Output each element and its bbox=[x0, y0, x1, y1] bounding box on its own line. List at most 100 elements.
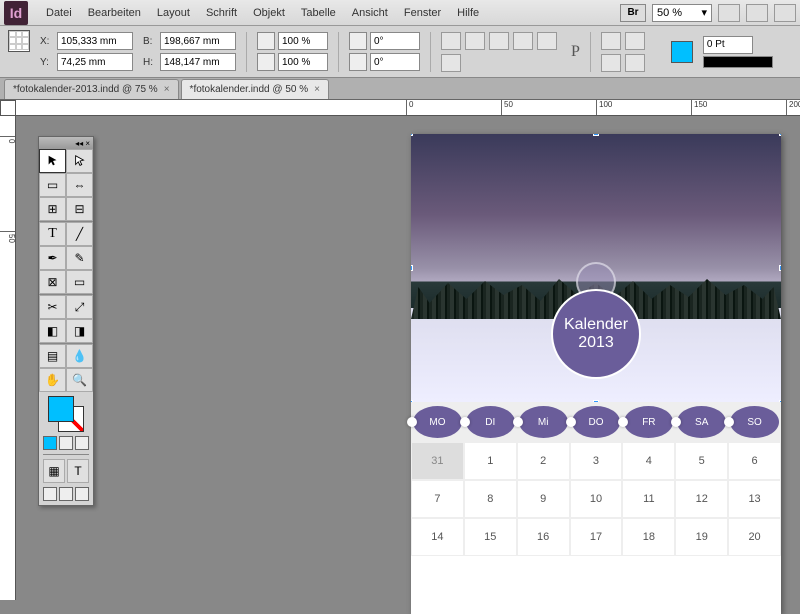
apply-gradient-icon[interactable] bbox=[59, 436, 73, 450]
h-label: H: bbox=[143, 57, 157, 68]
fit-frame-icon[interactable] bbox=[625, 32, 645, 50]
rotate-cw-icon[interactable] bbox=[441, 32, 461, 50]
select-content-icon[interactable] bbox=[441, 54, 461, 72]
line-tool[interactable]: ╱ bbox=[66, 222, 93, 246]
page-tool[interactable]: ▭ bbox=[39, 173, 66, 197]
rotate-input[interactable] bbox=[370, 32, 420, 50]
menu-fenster[interactable]: Fenster bbox=[396, 3, 449, 23]
scissors-tool[interactable]: ✂ bbox=[39, 295, 66, 319]
rectangle-tool[interactable]: ▭ bbox=[66, 270, 93, 294]
h-input[interactable] bbox=[160, 53, 236, 71]
paragraph-icon[interactable]: P bbox=[571, 43, 580, 61]
calendar-cell: 16 bbox=[517, 518, 570, 556]
menu-ansicht[interactable]: Ansicht bbox=[344, 3, 396, 23]
app-logo: Id bbox=[4, 1, 28, 25]
close-icon[interactable]: × bbox=[314, 84, 320, 95]
weekday-header: MO DI Mi DO FR SA SO bbox=[411, 402, 781, 442]
calendar-cell: 13 bbox=[728, 480, 781, 518]
reference-point[interactable] bbox=[8, 30, 30, 74]
calendar-cell: 3 bbox=[570, 442, 623, 480]
calendar-cell: 7 bbox=[411, 480, 464, 518]
stroke-weight-input[interactable] bbox=[703, 36, 753, 54]
arrange-icon[interactable] bbox=[746, 4, 768, 22]
y-input[interactable] bbox=[57, 53, 133, 71]
rotate-icon bbox=[349, 32, 367, 50]
direct-selection-tool[interactable] bbox=[66, 149, 93, 173]
w-input[interactable] bbox=[160, 32, 236, 50]
ruler-vertical[interactable]: 0 50 bbox=[0, 116, 16, 600]
w-label: B: bbox=[143, 36, 157, 47]
workspace-icon[interactable] bbox=[774, 4, 796, 22]
content-collector-tool[interactable]: ⊞ bbox=[39, 197, 66, 221]
gap-tool[interactable]: ⇔ bbox=[66, 173, 93, 197]
shear-icon bbox=[349, 53, 367, 71]
center-icon[interactable] bbox=[601, 54, 621, 72]
fill-swatch[interactable] bbox=[671, 41, 693, 63]
doc-tab-1[interactable]: *fotokalender.indd @ 50 %× bbox=[181, 79, 329, 99]
calendar-cell: 31 bbox=[411, 442, 464, 480]
fit-content-icon[interactable] bbox=[601, 32, 621, 50]
panel-collapse-icon[interactable]: ◂◂ × bbox=[39, 137, 93, 149]
scale-y-input[interactable] bbox=[278, 53, 328, 71]
y-label: Y: bbox=[40, 57, 54, 68]
normal-view-icon[interactable]: ▦ bbox=[43, 459, 65, 483]
shear-input[interactable] bbox=[370, 53, 420, 71]
flip-h-icon[interactable] bbox=[489, 32, 509, 50]
calendar-cell: 2 bbox=[517, 442, 570, 480]
fill-color[interactable] bbox=[48, 396, 74, 422]
pen-tool[interactable]: ✒ bbox=[39, 246, 66, 270]
selection-tool[interactable] bbox=[39, 149, 66, 173]
fill-stroke-swatch[interactable] bbox=[48, 396, 84, 432]
close-icon[interactable]: × bbox=[164, 84, 170, 95]
gradient-feather-tool[interactable]: ◨ bbox=[66, 319, 93, 343]
note-tool[interactable]: ▤ bbox=[39, 344, 66, 368]
day-di: DI bbox=[466, 406, 515, 438]
content-placer-tool[interactable]: ⊟ bbox=[66, 197, 93, 221]
menu-objekt[interactable]: Objekt bbox=[245, 3, 293, 23]
view-mode-3-icon[interactable] bbox=[75, 487, 89, 501]
stroke-style[interactable] bbox=[703, 56, 773, 68]
doc-tab-0[interactable]: *fotokalender-2013.indd @ 75 %× bbox=[4, 79, 179, 99]
scale-x-input[interactable] bbox=[278, 32, 328, 50]
calendar-cell: 15 bbox=[464, 518, 517, 556]
calendar-cell: 12 bbox=[675, 480, 728, 518]
flip-v-icon[interactable] bbox=[513, 32, 533, 50]
preview-view-icon[interactable]: T bbox=[67, 459, 89, 483]
menu-tabelle[interactable]: Tabelle bbox=[293, 3, 344, 23]
view-mode-1-icon[interactable] bbox=[43, 487, 57, 501]
apply-color-icon[interactable] bbox=[43, 436, 57, 450]
day-fr: FR bbox=[624, 406, 673, 438]
select-container-icon[interactable] bbox=[537, 32, 557, 50]
free-transform-tool[interactable]: ⤢ bbox=[66, 295, 93, 319]
ruler-origin[interactable] bbox=[0, 100, 16, 116]
control-bar: X: Y: B: H: P bbox=[0, 26, 800, 78]
document-page[interactable]: Kalender 2013 MO DI Mi DO bbox=[411, 134, 781, 614]
apply-none-icon[interactable] bbox=[75, 436, 89, 450]
zoom-level[interactable]: 50 %▾ bbox=[652, 4, 712, 22]
pencil-tool[interactable]: ✎ bbox=[66, 246, 93, 270]
menu-bearbeiten[interactable]: Bearbeiten bbox=[80, 3, 149, 23]
photo-frame[interactable]: Kalender 2013 bbox=[411, 134, 781, 402]
fill-frame-icon[interactable] bbox=[625, 54, 645, 72]
view-mode-2-icon[interactable] bbox=[59, 487, 73, 501]
type-tool[interactable]: T bbox=[39, 222, 66, 246]
eyedropper-tool[interactable]: 💧 bbox=[66, 344, 93, 368]
ruler-horizontal[interactable]: 0 50 100 150 200 bbox=[16, 100, 800, 116]
x-input[interactable] bbox=[57, 32, 133, 50]
hand-tool[interactable]: ✋ bbox=[39, 368, 66, 392]
day-mo: MO bbox=[413, 406, 462, 438]
menu-layout[interactable]: Layout bbox=[149, 3, 198, 23]
screen-mode-icon[interactable] bbox=[718, 4, 740, 22]
canvas[interactable]: ◂◂ × ▭ ⇔ ⊞ ⊟ T ╱ ✒ ✎ ⊠ ▭ ✂ ⤢ ◧ ◨ bbox=[16, 116, 800, 600]
bridge-button[interactable]: Br bbox=[620, 4, 646, 22]
calendar-cell: 4 bbox=[622, 442, 675, 480]
rectangle-frame-tool[interactable]: ⊠ bbox=[39, 270, 66, 294]
menu-bar: Id Datei Bearbeiten Layout Schrift Objek… bbox=[0, 0, 800, 26]
menu-hilfe[interactable]: Hilfe bbox=[449, 3, 487, 23]
menu-datei[interactable]: Datei bbox=[38, 3, 80, 23]
rotate-ccw-icon[interactable] bbox=[465, 32, 485, 50]
gradient-swatch-tool[interactable]: ◧ bbox=[39, 319, 66, 343]
zoom-tool[interactable]: 🔍 bbox=[66, 368, 93, 392]
menu-schrift[interactable]: Schrift bbox=[198, 3, 245, 23]
title-badge[interactable]: Kalender 2013 bbox=[551, 289, 641, 379]
